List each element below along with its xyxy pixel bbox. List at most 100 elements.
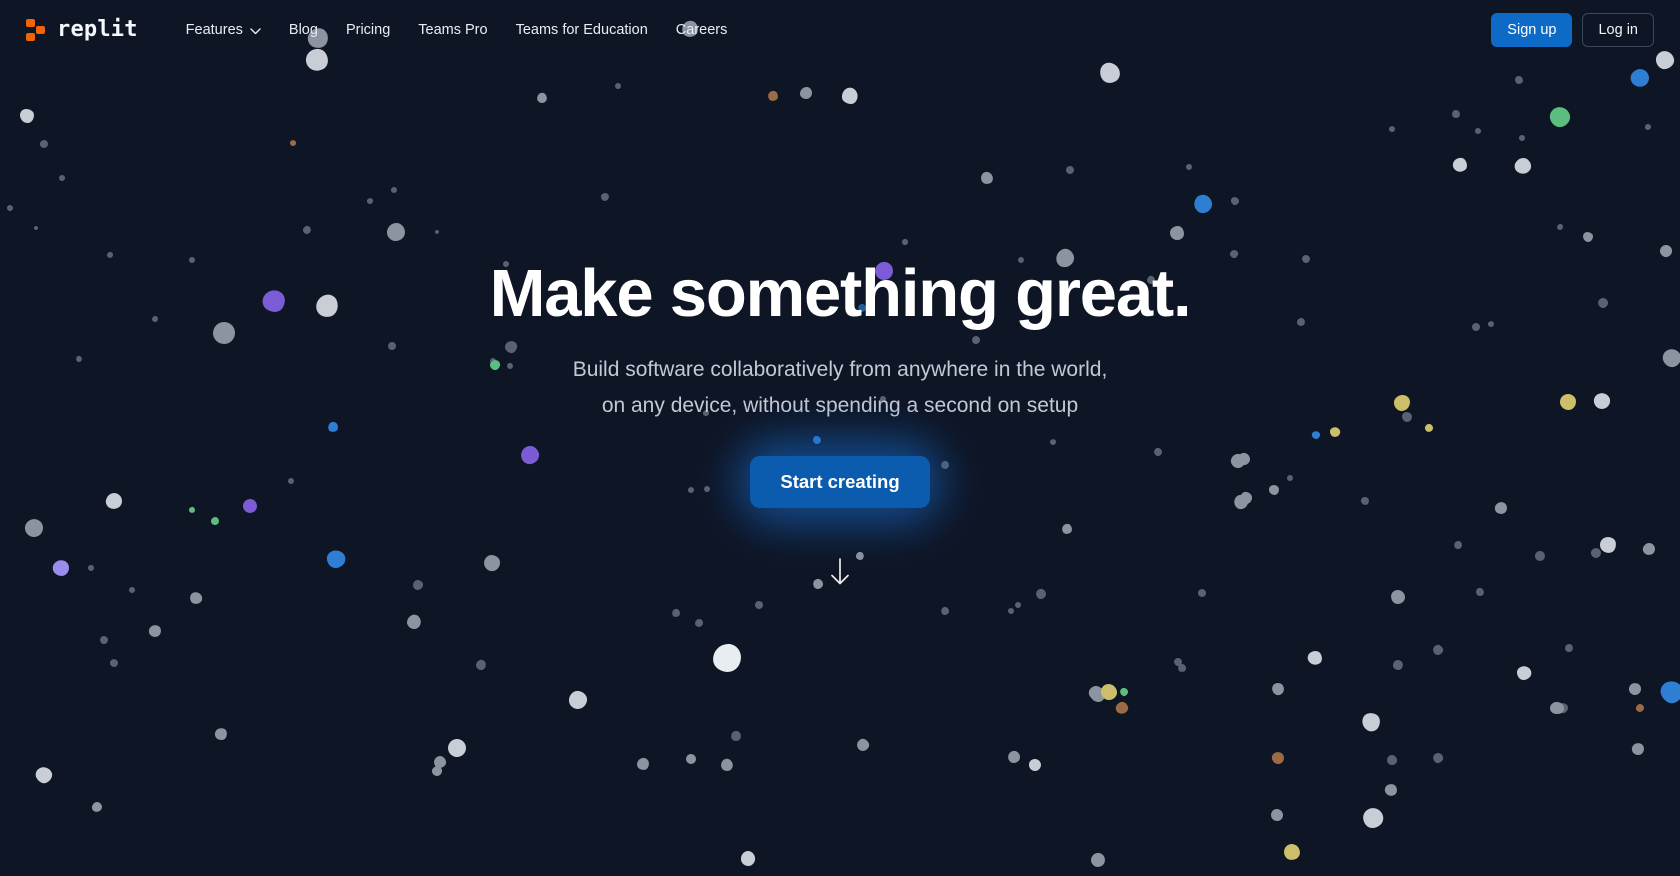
particle [1270, 750, 1286, 766]
particle [534, 90, 550, 106]
particle [1382, 781, 1400, 799]
particle [444, 735, 470, 761]
particle [1228, 248, 1240, 260]
particle [412, 579, 424, 591]
particle [1514, 663, 1534, 683]
particle [683, 751, 699, 767]
particle [567, 689, 589, 711]
particle [939, 605, 951, 617]
particle [1393, 394, 1411, 412]
particle [108, 657, 120, 669]
particle [1327, 424, 1343, 440]
particle [1452, 539, 1464, 551]
particle [404, 612, 424, 632]
particle [1385, 753, 1399, 767]
particle [1518, 134, 1526, 142]
replit-logo[interactable]: replit [26, 18, 138, 42]
particle [979, 170, 995, 186]
particle [670, 607, 682, 619]
particle [694, 618, 704, 628]
particle [151, 315, 159, 323]
chevron-down-icon [250, 27, 261, 35]
particle [1387, 124, 1397, 134]
particle [1564, 643, 1574, 653]
particle [1169, 225, 1185, 241]
particle [98, 634, 110, 646]
particle [1049, 438, 1057, 446]
nav-item-features[interactable]: Features [172, 14, 275, 46]
particle [613, 81, 623, 91]
particle [389, 185, 399, 195]
particle [1007, 607, 1015, 615]
particle [1430, 750, 1446, 766]
particle [258, 285, 290, 317]
particle [729, 729, 743, 743]
sign-up-button[interactable]: Sign up [1491, 13, 1573, 47]
particle [1088, 685, 1108, 705]
particle [1451, 109, 1461, 119]
particle [432, 754, 448, 770]
particle [1486, 319, 1496, 329]
nav-item-careers[interactable]: Careers [662, 14, 742, 46]
particle [1014, 601, 1022, 609]
particle [1152, 446, 1164, 458]
nav-item-careers-label: Careers [675, 22, 728, 38]
particle [1088, 850, 1108, 870]
particle [434, 229, 440, 235]
particle [6, 204, 14, 212]
nav-item-blog[interactable]: Blog [275, 14, 332, 46]
particle [687, 486, 695, 494]
arrow-down-icon[interactable] [827, 556, 853, 588]
particle [1549, 701, 1563, 715]
particle [49, 556, 73, 580]
particle [1635, 703, 1645, 713]
start-creating-button[interactable]: Start creating [750, 455, 930, 508]
particle [1644, 123, 1652, 131]
particle [1599, 536, 1617, 554]
particle [188, 256, 196, 264]
particle [33, 225, 39, 231]
nav-item-pricing[interactable]: Pricing [332, 14, 404, 46]
particle [1269, 807, 1285, 823]
particle [106, 251, 114, 259]
particle [1034, 587, 1048, 601]
particle [1310, 429, 1322, 441]
particle [505, 361, 515, 371]
particle [213, 726, 229, 742]
particle [1092, 686, 1108, 702]
particle [1237, 489, 1255, 507]
particle [901, 238, 909, 246]
particle [386, 340, 398, 352]
particle [1228, 451, 1248, 471]
particle [474, 658, 488, 672]
particle [1360, 496, 1370, 506]
particle [210, 516, 220, 526]
nav-item-teams-for-education[interactable]: Teams for Education [502, 14, 662, 46]
particle [1658, 243, 1674, 259]
particle [1286, 474, 1294, 482]
nav-item-teams-pro[interactable]: Teams Pro [404, 14, 501, 46]
nav-item-blog-label: Blog [288, 22, 318, 38]
log-in-button[interactable]: Log in [1582, 13, 1654, 47]
particle [430, 764, 444, 778]
particle [287, 477, 295, 485]
particle [365, 196, 375, 206]
particle [1301, 254, 1311, 264]
hero-subtitle-line-1: Build software collaboratively from anyw… [572, 358, 1108, 382]
particle [1514, 75, 1524, 85]
particle [20, 109, 34, 123]
particle [1629, 740, 1647, 758]
particle [1296, 317, 1306, 327]
particle [854, 736, 872, 754]
particle [1113, 699, 1131, 717]
particle [812, 435, 822, 445]
nav-item-features-label: Features [185, 22, 243, 38]
particle [1559, 393, 1577, 411]
particle [58, 174, 66, 182]
particle [1235, 450, 1253, 468]
header-actions: Sign up Log in [1491, 13, 1654, 47]
hero-subtitle: Build software collaboratively from anyw… [573, 352, 1108, 424]
particle [971, 335, 981, 345]
particle [188, 590, 204, 606]
particle [766, 89, 780, 103]
